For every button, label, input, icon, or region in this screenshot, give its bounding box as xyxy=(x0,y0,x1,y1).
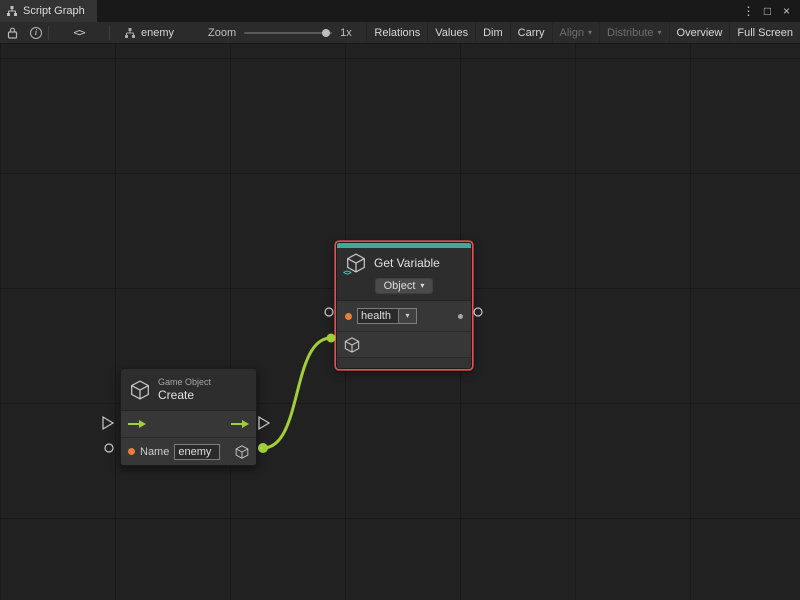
node-title: Create xyxy=(158,388,211,402)
create-node-header[interactable]: Game Object Create xyxy=(121,369,256,411)
variable-name-input[interactable] xyxy=(357,308,399,324)
graph-canvas[interactable]: Game Object Create Name xyxy=(0,44,800,600)
close-icon[interactable]: × xyxy=(779,4,794,18)
zoom-label: Zoom xyxy=(208,27,236,39)
name-value-input[interactable] xyxy=(174,444,220,460)
zoom-value: 1x xyxy=(340,27,352,39)
value-input-dot[interactable] xyxy=(345,313,352,320)
get-variable-title-row: <> Get Variable xyxy=(346,253,462,273)
variable-code-badge-icon: <> xyxy=(343,268,351,277)
variable-cube-icon: <> xyxy=(346,253,366,273)
graph-name: enemy xyxy=(141,27,174,39)
cube-icon xyxy=(130,380,150,400)
dim-button[interactable]: Dim xyxy=(475,22,510,43)
node-title: Get Variable xyxy=(374,256,440,270)
menu-icon[interactable]: ⋮ xyxy=(741,4,756,18)
tab-script-graph[interactable]: Script Graph xyxy=(0,0,97,22)
variable-scope-dropdown[interactable]: Object ▾ xyxy=(375,278,434,294)
graph-breadcrumb[interactable]: enemy xyxy=(124,27,174,39)
variable-name-dropdown-button[interactable]: ▾ xyxy=(399,308,417,324)
variable-name-row: ▾ xyxy=(337,301,471,331)
values-button[interactable]: Values xyxy=(427,22,475,43)
toolbar-buttons: Relations Values Dim Carry Align ▾ Distr… xyxy=(366,22,800,43)
variable-name-field-group: ▾ xyxy=(357,308,417,324)
value-output-dot[interactable] xyxy=(458,314,463,319)
align-dropdown[interactable]: Align ▾ xyxy=(552,22,599,43)
getvariable-value-output-port[interactable] xyxy=(474,308,482,316)
title-bar: Script Graph ⋮ □ × xyxy=(0,0,800,22)
value-input-dot[interactable] xyxy=(128,448,135,455)
create-flow-row xyxy=(121,411,256,437)
create-gameobject-output-port[interactable] xyxy=(258,443,268,453)
overview-button[interactable]: Overview xyxy=(669,22,730,43)
name-port-label: Name xyxy=(140,446,169,458)
flow-out-arrow-icon[interactable] xyxy=(230,419,250,429)
create-name-input-port[interactable] xyxy=(105,444,113,452)
object-target-cube-icon[interactable] xyxy=(344,337,360,353)
window-controls: ⋮ □ × xyxy=(741,4,794,18)
getvariable-name-input-port[interactable] xyxy=(325,308,333,316)
graph-icon xyxy=(6,5,18,17)
carry-button[interactable]: Carry xyxy=(510,22,552,43)
info-icon[interactable]: i xyxy=(24,22,48,43)
toolbar-separator xyxy=(48,26,49,40)
chevron-down-icon: ▾ xyxy=(588,29,592,37)
create-enter-port[interactable] xyxy=(103,417,113,429)
get-variable-header[interactable]: <> Get Variable Object ▾ xyxy=(337,248,471,301)
distribute-dropdown[interactable]: Distribute ▾ xyxy=(599,22,668,43)
zoom-slider-handle[interactable] xyxy=(322,29,330,37)
connection-wire[interactable] xyxy=(263,338,331,448)
getvariable-object-input-port[interactable] xyxy=(327,334,336,343)
chevron-down-icon: ▾ xyxy=(658,29,662,37)
maximize-icon[interactable]: □ xyxy=(760,4,775,18)
zoom-slider[interactable] xyxy=(244,32,332,34)
create-exit-port[interactable] xyxy=(259,417,269,429)
script-graph-window: Script Graph ⋮ □ × i <> xyxy=(0,0,800,600)
object-target-row xyxy=(337,331,471,357)
tab-title: Script Graph xyxy=(23,5,85,17)
node-category: Game Object xyxy=(158,377,211,388)
toolbar-separator xyxy=(109,26,110,40)
node-get-variable[interactable]: <> Get Variable Object ▾ ▾ xyxy=(336,242,472,369)
chevron-down-icon: ▾ xyxy=(420,282,424,290)
create-node-titles: Game Object Create xyxy=(158,377,211,402)
flow-in-arrow-icon[interactable] xyxy=(127,419,147,429)
node-create-gameobject[interactable]: Game Object Create Name xyxy=(120,368,257,466)
code-view-icon[interactable]: <> xyxy=(67,22,91,43)
relations-button[interactable]: Relations xyxy=(366,22,427,43)
get-variable-footer xyxy=(337,357,471,368)
graph-asset-icon xyxy=(124,27,136,39)
gameobject-output-cube-icon[interactable] xyxy=(235,445,249,459)
create-name-row: Name xyxy=(121,437,256,465)
fullscreen-button[interactable]: Full Screen xyxy=(729,22,800,43)
lock-icon[interactable] xyxy=(0,22,24,43)
chevron-down-icon: ▾ xyxy=(405,312,409,320)
graph-toolbar: i <> enemy Zoom 1x Relations Values xyxy=(0,22,800,44)
